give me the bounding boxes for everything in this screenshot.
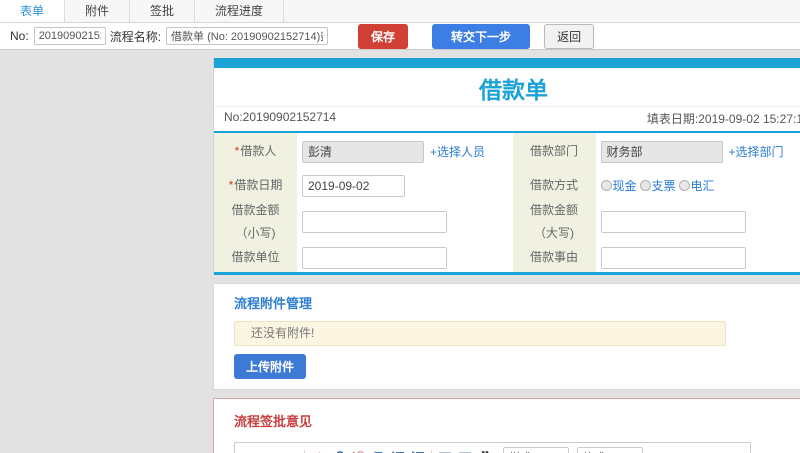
tab-process-progress[interactable]: 流程进度 — [195, 0, 285, 22]
tab-approval[interactable]: 签批 — [130, 0, 196, 22]
unlink-icon[interactable] — [350, 449, 366, 453]
styles-dropdown[interactable]: 样式 — [503, 447, 569, 453]
loan-reason-input[interactable] — [600, 246, 746, 269]
required-asterisk: * — [228, 178, 234, 193]
upload-attachment-button[interactable]: 上传附件 — [234, 354, 307, 379]
anchor-flag-icon[interactable] — [370, 449, 386, 453]
no-input[interactable] — [33, 27, 106, 45]
select-department-link[interactable]: +选择部门 — [729, 143, 784, 160]
radio-cheque[interactable]: 支票 — [639, 177, 676, 194]
bulleted-list-icon[interactable] — [410, 449, 426, 453]
numbered-list-icon[interactable] — [390, 449, 406, 453]
indent-icon[interactable] — [457, 449, 473, 453]
loan-method-label: 借款方式 — [512, 170, 596, 201]
italic-button[interactable]: I — [263, 449, 279, 453]
tab-bar: 表单 附件 签批 流程进度 — [0, 0, 800, 23]
accent-bar-top — [214, 58, 800, 68]
tab-form[interactable]: 表单 — [0, 0, 66, 22]
loan-date-input[interactable] — [302, 174, 405, 197]
loan-unit-input[interactable] — [302, 246, 447, 269]
amount-big-input[interactable] — [600, 211, 746, 233]
form-no-text: No:20190902152714 — [224, 110, 337, 124]
borrower-input[interactable] — [302, 140, 424, 163]
borrower-label: *借款人 — [214, 133, 297, 170]
amount-small-input[interactable] — [302, 211, 447, 233]
strikethrough-button[interactable]: abc — [283, 449, 299, 453]
action-toolbar: No: 流程名称: 保存 转交下一步 返回 — [0, 23, 800, 50]
amount-small-label: 借款金额（小写) — [214, 201, 297, 243]
loan-form-card: 借款单 No:20190902152714 填表日期:2019-09-02 15… — [213, 58, 800, 275]
loan-reason-label: 借款事由 — [512, 243, 596, 272]
select-person-link[interactable]: +选择人员 — [430, 143, 485, 160]
save-button[interactable]: 保存 — [358, 23, 409, 49]
remove-format-icon[interactable] — [310, 449, 326, 453]
required-asterisk: * — [234, 144, 240, 159]
loan-date-label: *借款日期 — [214, 170, 297, 201]
department-label: 借款部门 — [512, 133, 596, 170]
radio-cash[interactable]: 现金 — [600, 177, 637, 194]
rich-text-editor: B I abc — [234, 442, 751, 453]
department-input[interactable] — [600, 140, 723, 163]
attachment-heading: 流程附件管理 — [234, 296, 313, 311]
blockquote-icon[interactable]: ” — [477, 448, 493, 453]
next-step-button[interactable]: 转交下一步 — [432, 23, 531, 49]
no-label: No: — [10, 29, 29, 43]
format-dropdown[interactable]: 格式 — [577, 447, 643, 453]
form-meta-row: No:20190902152714 填表日期:2019-09-02 15:27:… — [214, 106, 800, 131]
bold-button[interactable]: B — [243, 449, 259, 453]
link-icon[interactable] — [330, 449, 346, 453]
main-content: 借款单 No:20190902152714 填表日期:2019-09-02 15… — [213, 58, 800, 453]
form-table: *借款人 +选择人员 借款部门 +选择部门 — [214, 131, 800, 275]
no-attachment-alert: 还没有附件! — [234, 321, 726, 346]
page-background: 借款单 No:20190902152714 填表日期:2019-09-02 15… — [0, 50, 800, 453]
back-button[interactable]: 返回 — [544, 23, 595, 49]
radio-icon[interactable] — [639, 180, 651, 191]
process-name-input[interactable] — [166, 27, 329, 45]
process-name-label: 流程名称: — [109, 29, 162, 44]
outdent-icon[interactable] — [437, 449, 453, 453]
radio-icon[interactable] — [600, 180, 612, 191]
form-date-text: 填表日期:2019-09-02 15:27:1 — [646, 112, 800, 126]
form-title: 借款单 — [479, 77, 548, 103]
radio-wire-transfer[interactable]: 电汇 — [678, 177, 715, 194]
approval-card: 流程签批意见 B I abc — [213, 398, 800, 453]
tab-attachments[interactable]: 附件 — [65, 0, 131, 22]
loan-method-radio-group: 现金 支票 电汇 — [600, 177, 718, 194]
approval-heading: 流程签批意见 — [234, 414, 313, 429]
amount-big-label: 借款金额（大写) — [512, 201, 596, 243]
attachment-card: 流程附件管理 还没有附件! 上传附件 — [213, 283, 800, 390]
radio-icon[interactable] — [678, 180, 690, 191]
loan-unit-label: 借款单位 — [214, 243, 297, 272]
editor-toolbar: B I abc — [235, 443, 750, 453]
